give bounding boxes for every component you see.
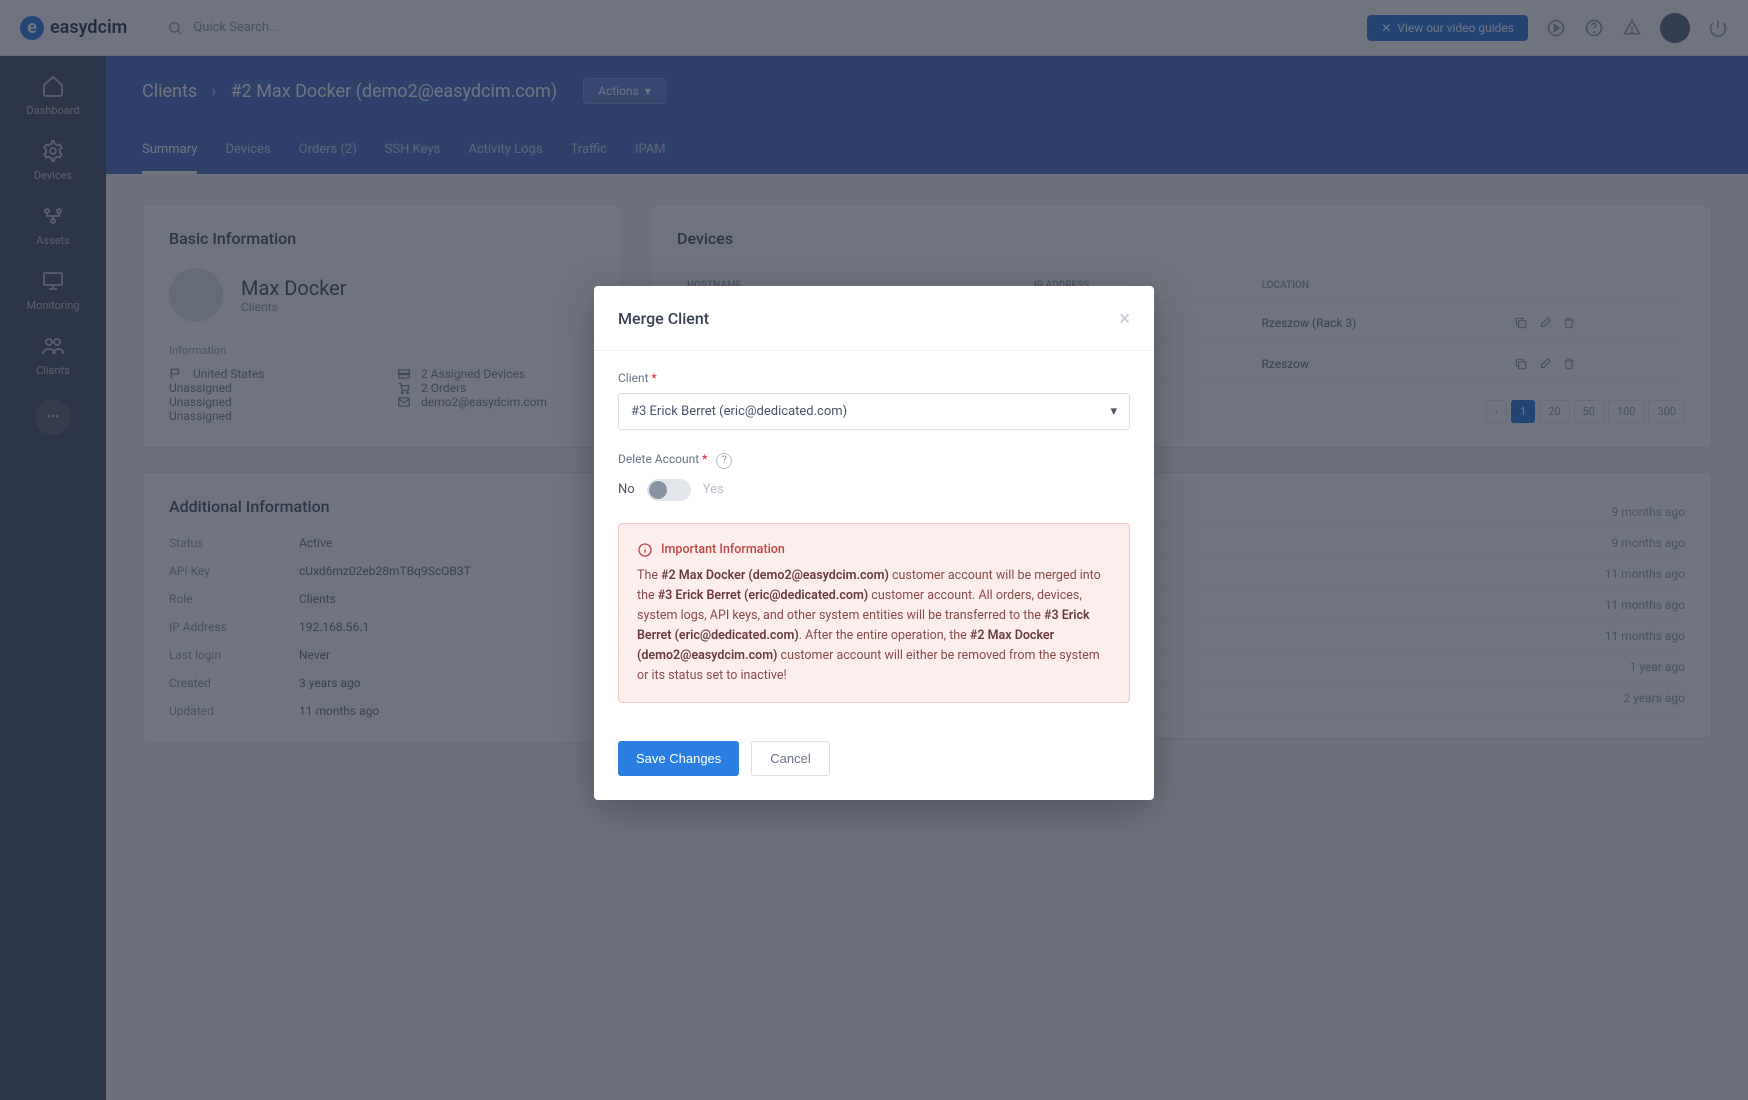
alert-strong: #3 Erick Berret (eric@dedicated.com) [658, 588, 868, 603]
alert-strong: #2 Max Docker (demo2@easydcim.com) [661, 568, 889, 583]
alert-title-text: Important Information [661, 540, 785, 560]
toggle-yes-label: Yes [703, 482, 724, 497]
important-info-alert: Important Information The #2 Max Docker … [618, 523, 1130, 703]
delete-account-toggle[interactable] [647, 479, 691, 501]
toggle-no-label: No [618, 482, 635, 497]
modal-title: Merge Client [618, 309, 709, 328]
toggle-knob [649, 481, 667, 499]
client-field-label: Client * [618, 371, 1130, 385]
cancel-button[interactable]: Cancel [751, 741, 829, 776]
modal-header: Merge Client × [594, 286, 1154, 351]
info-icon [637, 542, 653, 558]
delete-field-label: Delete Account * ? [618, 452, 1130, 469]
alert-text: . After the entire operation, the [799, 628, 970, 643]
save-button[interactable]: Save Changes [618, 741, 739, 776]
client-label-text: Client [618, 371, 649, 385]
client-select-value: #3 Erick Berret (eric@dedicated.com) [631, 404, 847, 419]
delete-label-text: Delete Account [618, 452, 699, 466]
modal-body: Client * #3 Erick Berret (eric@dedicated… [594, 351, 1154, 723]
delete-toggle-row: No Yes [618, 479, 1130, 501]
alert-text: The [637, 568, 661, 583]
merge-client-modal: Merge Client × Client * #3 Erick Berret … [594, 286, 1154, 800]
help-icon[interactable]: ? [716, 453, 732, 469]
close-icon[interactable]: × [1119, 306, 1130, 330]
chevron-down-icon: ▾ [1110, 404, 1117, 419]
modal-footer: Save Changes Cancel [594, 723, 1154, 800]
client-select[interactable]: #3 Erick Berret (eric@dedicated.com) ▾ [618, 393, 1130, 430]
alert-title: Important Information [637, 540, 1111, 560]
required-marker: * [702, 452, 707, 466]
required-marker: * [652, 371, 657, 385]
